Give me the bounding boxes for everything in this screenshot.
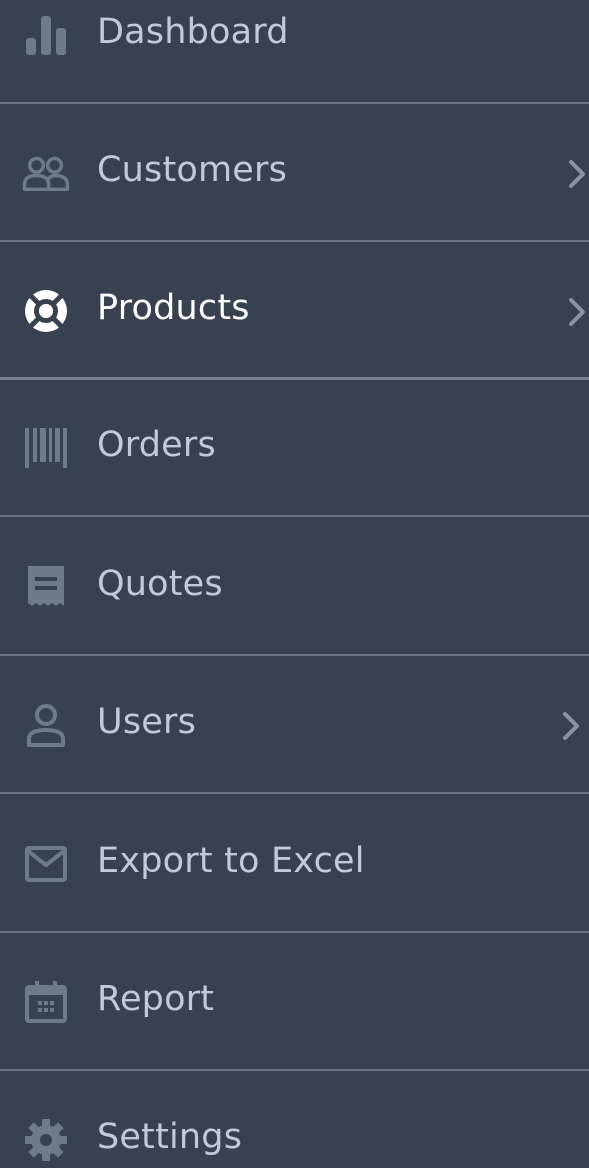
divider	[0, 515, 589, 517]
chevron-right-icon	[563, 712, 579, 740]
sidebar-item-customers[interactable]: Customers	[0, 104, 589, 242]
sidebar-item-label: Orders	[97, 425, 216, 465]
sidebar-item-products[interactable]: Products	[0, 242, 589, 380]
envelope-icon	[22, 840, 70, 888]
user-icon	[22, 701, 70, 749]
sidebar-item-label: Dashboard	[97, 12, 289, 52]
sidebar-item-label: Settings	[97, 1117, 243, 1157]
bar-chart-icon	[22, 11, 70, 59]
chevron-right-icon	[569, 298, 585, 326]
sidebar-nav: Dashboard Customers Products Orders Quot…	[0, 0, 589, 1168]
divider	[0, 792, 589, 794]
sidebar-item-users[interactable]: Users	[0, 656, 589, 794]
sidebar-item-label: Products	[97, 288, 250, 328]
sidebar-item-label: Export to Excel	[97, 841, 365, 881]
sidebar-item-quotes[interactable]: Quotes	[0, 518, 589, 656]
sidebar-item-label: Report	[97, 979, 215, 1019]
sidebar-item-report[interactable]: Report	[0, 933, 589, 1071]
barcode-icon	[22, 424, 70, 472]
receipt-icon	[22, 563, 70, 611]
sidebar-item-dashboard[interactable]: Dashboard	[0, 0, 589, 104]
sidebar-item-label: Users	[97, 702, 197, 742]
sidebar-item-label: Customers	[97, 150, 288, 190]
sidebar-item-label: Quotes	[97, 564, 223, 604]
users-icon	[22, 149, 70, 197]
calendar-icon	[22, 978, 70, 1026]
lifebuoy-icon	[22, 287, 70, 335]
gear-icon	[22, 1116, 70, 1164]
sidebar-item-orders[interactable]: Orders	[0, 379, 589, 517]
sidebar-item-settings[interactable]: Settings	[0, 1071, 589, 1168]
sidebar-item-export-to-excel[interactable]: Export to Excel	[0, 795, 589, 933]
chevron-right-icon	[569, 160, 585, 188]
